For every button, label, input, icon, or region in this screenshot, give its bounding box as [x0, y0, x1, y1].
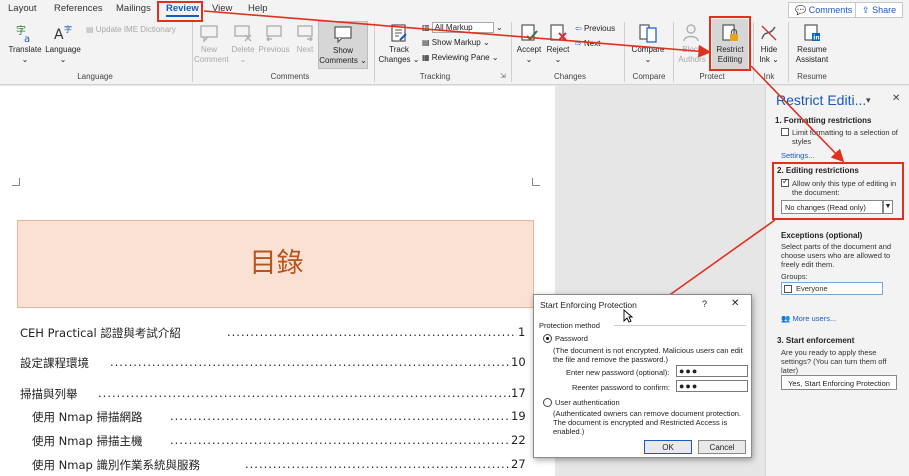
password-option-label: Password: [555, 334, 588, 343]
start-enforcing-protection-dialog: Start Enforcing Protection ? ✕ Protectio…: [533, 294, 752, 458]
arrow-restrict-to-pane: [750, 65, 845, 163]
divider: [614, 325, 746, 326]
protection-method-label: Protection method: [539, 321, 600, 330]
user-authentication-radio[interactable]: [543, 398, 552, 407]
new-password-label: Enter new password (optional):: [566, 368, 670, 377]
reenter-password-label: Reenter password to confirm:: [572, 383, 670, 392]
close-icon[interactable]: ✕: [731, 298, 739, 309]
new-password-input[interactable]: ●●●: [676, 365, 748, 377]
ok-button[interactable]: OK: [644, 440, 692, 454]
password-note: (The document is not encrypted. Maliciou…: [553, 346, 743, 364]
mouse-cursor-icon: [623, 309, 633, 323]
callout-arrows: [203, 10, 845, 318]
password-radio[interactable]: [543, 334, 552, 343]
user-authentication-label: User authentication: [555, 398, 620, 407]
cancel-button[interactable]: Cancel: [698, 440, 746, 454]
help-icon[interactable]: ?: [702, 299, 707, 309]
reenter-password-input[interactable]: ●●●: [676, 380, 748, 392]
user-authentication-note: (Authenticated owners can remove documen…: [553, 409, 742, 436]
arrow-review-to-restrict: [203, 10, 712, 58]
